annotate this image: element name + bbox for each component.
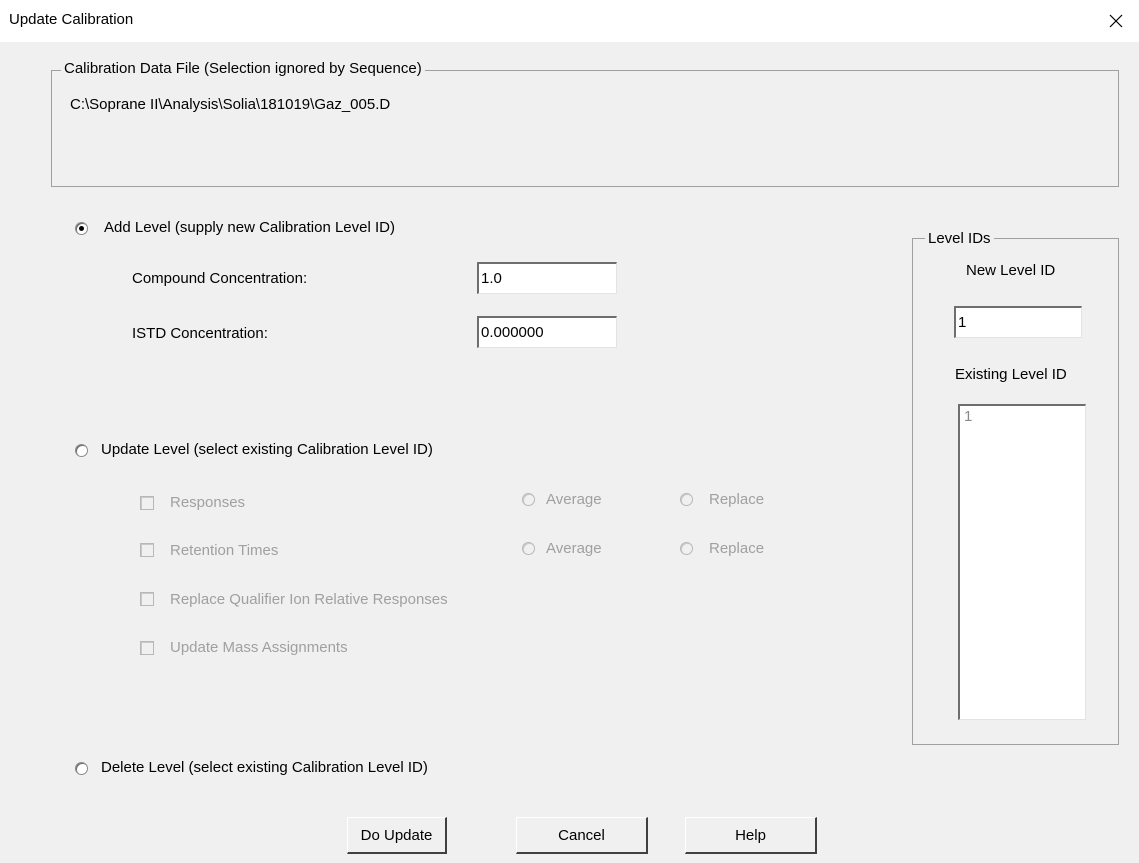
- retention-replace-radio[interactable]: [680, 542, 693, 555]
- cancel-button[interactable]: Cancel: [516, 817, 648, 854]
- retention-average-label: Average: [546, 540, 602, 557]
- responses-checkbox[interactable]: [140, 496, 154, 510]
- update-mass-checkbox[interactable]: [140, 641, 154, 655]
- window-title: Update Calibration: [9, 11, 134, 28]
- existing-level-id-list[interactable]: 1: [958, 404, 1086, 720]
- list-item[interactable]: 1: [964, 408, 1081, 425]
- retention-replace-label: Replace: [709, 540, 765, 557]
- retention-times-checkbox[interactable]: [140, 543, 154, 557]
- close-button[interactable]: [1093, 0, 1139, 42]
- istd-concentration-input[interactable]: [477, 316, 617, 348]
- responses-average-radio[interactable]: [522, 493, 535, 506]
- istd-concentration-label: ISTD Concentration:: [132, 325, 268, 342]
- delete-level-radio[interactable]: [75, 762, 88, 775]
- new-level-id-input[interactable]: [954, 306, 1082, 338]
- data-file-group: [51, 70, 1119, 187]
- responses-replace-label: Replace: [709, 491, 765, 508]
- close-icon: [1109, 14, 1123, 28]
- retention-times-label: Retention Times: [170, 542, 279, 559]
- update-level-radio[interactable]: [75, 444, 88, 457]
- replace-qualifier-label: Replace Qualifier Ion Relative Responses: [170, 591, 448, 608]
- compound-concentration-label: Compound Concentration:: [132, 270, 308, 287]
- help-button[interactable]: Help: [685, 817, 817, 854]
- update-level-label[interactable]: Update Level (select existing Calibratio…: [101, 441, 433, 458]
- level-ids-legend: Level IDs: [925, 230, 994, 247]
- responses-replace-radio[interactable]: [680, 493, 693, 506]
- data-file-legend: Calibration Data File (Selection ignored…: [61, 60, 425, 77]
- delete-level-label[interactable]: Delete Level (select existing Calibratio…: [101, 759, 428, 776]
- new-level-id-label: New Level ID: [966, 262, 1056, 279]
- title-bar: [0, 0, 1139, 42]
- responses-label: Responses: [170, 494, 246, 511]
- replace-qualifier-checkbox[interactable]: [140, 592, 154, 606]
- data-file-path: C:\Soprane II\Analysis\Solia\181019\Gaz_…: [70, 96, 391, 113]
- do-update-button[interactable]: Do Update: [347, 817, 447, 854]
- compound-concentration-input[interactable]: [477, 262, 617, 294]
- add-level-radio[interactable]: [75, 222, 88, 235]
- existing-level-id-label: Existing Level ID: [955, 366, 1067, 383]
- update-mass-label: Update Mass Assignments: [170, 639, 348, 656]
- retention-average-radio[interactable]: [522, 542, 535, 555]
- responses-average-label: Average: [546, 491, 602, 508]
- add-level-label[interactable]: Add Level (supply new Calibration Level …: [104, 219, 395, 236]
